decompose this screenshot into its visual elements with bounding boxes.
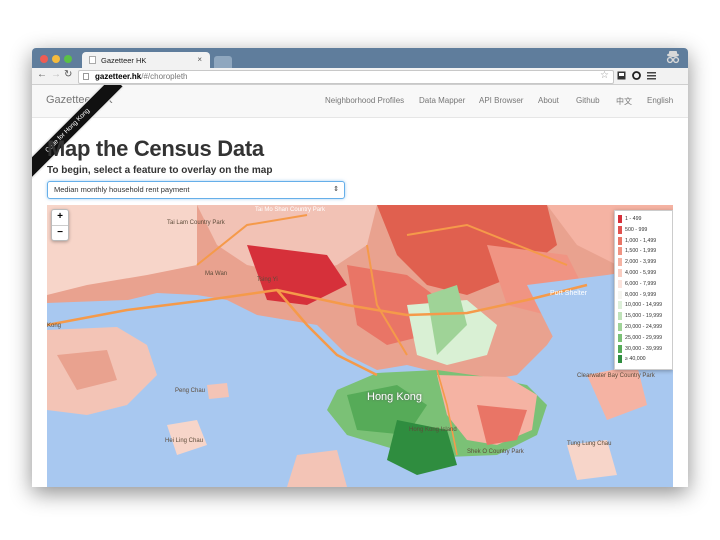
select-arrows-icon: ⇕	[333, 186, 339, 193]
tab-close-icon[interactable]: ×	[197, 55, 202, 64]
legend-label: 25,000 - 29,999	[625, 334, 663, 341]
page-favicon-icon	[89, 56, 96, 64]
map-label-hong-kong: Hong Kong	[367, 391, 423, 403]
legend-item: 1 - 499	[618, 215, 642, 224]
page-title: Map the Census Data	[47, 136, 264, 161]
reload-icon[interactable]: ↻	[64, 69, 72, 80]
menu-icon[interactable]	[647, 71, 656, 80]
legend-label: 8,000 - 9,999	[625, 291, 657, 298]
map-label-tai-mo-shan: Tai Mo Shan Country Park	[255, 207, 326, 213]
browser-titlebar: Gazetteer HK ×	[32, 48, 688, 68]
url-path: /#/choropleth	[141, 72, 188, 81]
map-label-tai-lam: Tai Lam Country Park	[167, 220, 225, 226]
legend-item: ≥ 40,000	[618, 355, 646, 364]
page-icon	[83, 73, 89, 80]
map-label-hei-ling-chau: Hei Ling Chau	[165, 438, 204, 444]
legend-item: 15,000 - 19,999	[618, 312, 662, 321]
legend-label: 2,000 - 3,999	[625, 259, 657, 266]
minimize-window-button[interactable]	[52, 55, 60, 63]
legend-label: 1,500 - 1,999	[625, 248, 657, 255]
legend-swatch	[618, 269, 622, 277]
zoom-in-button[interactable]: +	[52, 210, 68, 226]
browser-window: Gazetteer HK × ← → ↻ gazetteer.hk/#/chor…	[32, 48, 688, 487]
legend-label: 6,000 - 7,999	[625, 280, 657, 287]
maximize-window-button[interactable]	[64, 55, 72, 63]
legend-item: 1,500 - 1,999	[618, 247, 656, 256]
browser-tab[interactable]: Gazetteer HK ×	[82, 52, 210, 68]
map-label-shek-o: Shek O Country Park	[467, 449, 524, 455]
forward-arrow-icon[interactable]: →	[51, 69, 61, 80]
nav-neighborhood-profiles[interactable]: Neighborhood Profiles	[325, 96, 404, 105]
map-label-kong: Kong	[47, 323, 62, 329]
legend-item: 25,000 - 29,999	[618, 333, 663, 343]
bookmark-star-icon[interactable]: ☆	[600, 70, 609, 82]
legend-item: 1,000 - 1,499	[618, 236, 657, 246]
nav-github[interactable]: Github	[576, 96, 600, 105]
legend-swatch	[618, 247, 622, 256]
legend-item: 6,000 - 7,999	[618, 279, 657, 289]
record-extension-icon[interactable]	[632, 71, 641, 80]
legend-swatch	[618, 258, 622, 267]
legend-label: 1,000 - 1,499	[625, 237, 657, 244]
legend-label: 500 - 999	[625, 226, 648, 233]
legend-label: 30,000 - 39,999	[625, 345, 663, 352]
extension-icon[interactable]	[617, 71, 626, 80]
feature-select[interactable]: Median monthly household rent payment ⇕	[47, 181, 345, 199]
page-subtitle: To begin, select a feature to overlay on…	[47, 165, 273, 176]
map-label-clear-water-bay: Clearwater Bay Country Park	[577, 373, 655, 379]
nav-english[interactable]: English	[647, 96, 673, 105]
feature-select-value: Median monthly household rent payment	[54, 185, 190, 194]
legend-item: 500 - 999	[618, 225, 648, 235]
legend-item: 4,000 - 5,999	[618, 269, 656, 278]
legend-swatch	[618, 344, 622, 353]
close-window-button[interactable]	[40, 55, 48, 63]
legend-label: 15,000 - 19,999	[625, 313, 663, 320]
legend-item: 2,000 - 3,999	[618, 258, 656, 267]
map-label-ma-wan: Ma Wan	[205, 271, 228, 277]
nav-about[interactable]: About	[538, 96, 559, 105]
map-label-tung-lung: Tung Lung Chau	[567, 441, 612, 447]
address-bar[interactable]: gazetteer.hk/#/choropleth ☆	[78, 70, 614, 84]
legend-swatch	[618, 225, 622, 234]
legend-swatch	[618, 355, 622, 364]
legend-swatch	[618, 279, 622, 288]
url-text: gazetteer.hk/#/choropleth	[95, 71, 188, 83]
nav-chinese[interactable]: 中文	[616, 96, 632, 107]
choropleth-map[interactable]: + − Tai Mo Shan Country Park Tai Lam Cou…	[47, 205, 673, 487]
nav-api-browser[interactable]: API Browser	[479, 96, 523, 105]
zoom-control: + −	[51, 209, 69, 241]
legend-item: 20,000 - 24,999	[618, 323, 662, 332]
map-label-hk-island: Hong Kong Island	[409, 427, 457, 433]
legend-label: ≥ 40,000	[625, 356, 646, 363]
legend-label: 1 - 499	[625, 216, 642, 222]
map-legend: 1 - 499 500 - 999 1,000 - 1,499 1,500 - 1,9…	[614, 210, 673, 370]
url-host: gazetteer.hk	[95, 72, 142, 81]
legend-item: 8,000 - 9,999	[618, 290, 657, 300]
tab-title: Gazetteer HK	[101, 56, 147, 65]
legend-item: 30,000 - 39,999	[618, 344, 663, 354]
legend-swatch	[618, 236, 622, 245]
map-label-tsing-yi: Tsing Yi	[257, 277, 278, 283]
incognito-profile-icon[interactable]	[664, 50, 682, 66]
browser-toolbar: ← → ↻ gazetteer.hk/#/choropleth ☆	[32, 68, 688, 85]
legend-label: 10,000 - 14,999	[625, 302, 663, 309]
new-tab-button[interactable]	[214, 56, 232, 68]
map-label-port-shelter: Port Shelter	[550, 290, 587, 297]
legend-item: 10,000 - 14,999	[618, 301, 662, 310]
zoom-out-button[interactable]: −	[52, 226, 68, 241]
legend-label: 20,000 - 24,999	[625, 324, 663, 330]
back-arrow-icon[interactable]: ←	[37, 69, 47, 80]
nav-data-mapper[interactable]: Data Mapper	[419, 96, 465, 105]
map-label-peng-chau: Peng Chau	[175, 388, 206, 394]
legend-swatch	[618, 215, 622, 223]
legend-swatch	[618, 301, 622, 310]
legend-swatch	[618, 323, 622, 331]
legend-swatch	[618, 312, 622, 321]
legend-swatch	[618, 333, 622, 342]
legend-swatch	[618, 290, 622, 299]
legend-label: 4,000 - 5,999	[625, 270, 657, 276]
